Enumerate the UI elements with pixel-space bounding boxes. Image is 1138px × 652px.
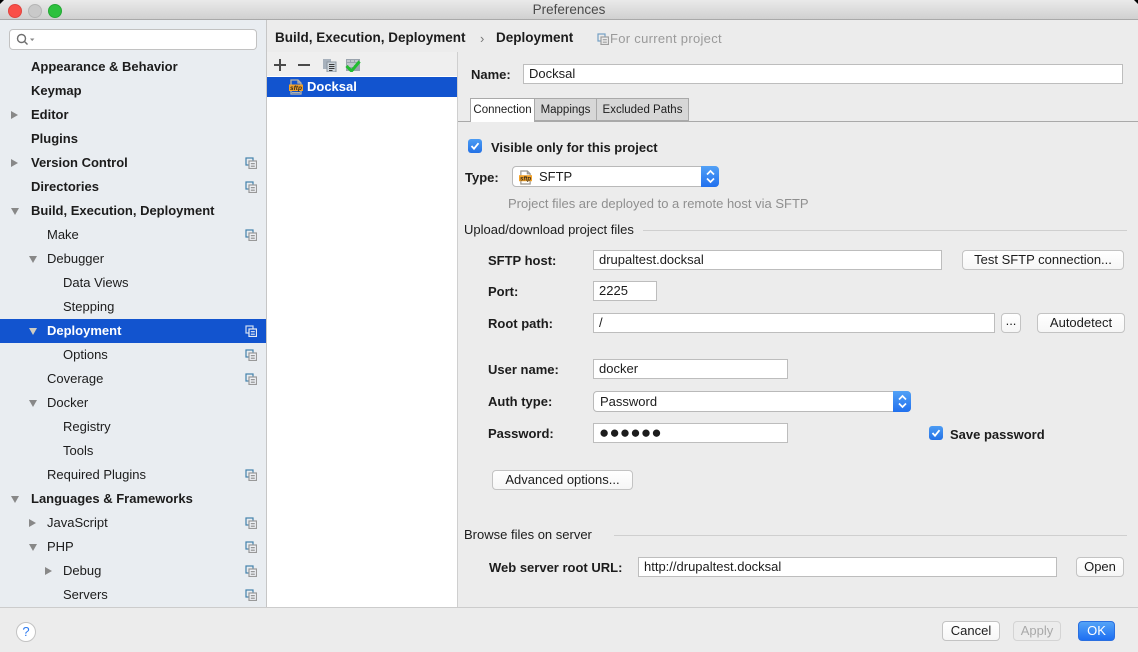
svg-text:sftp: sftp [520,176,531,182]
